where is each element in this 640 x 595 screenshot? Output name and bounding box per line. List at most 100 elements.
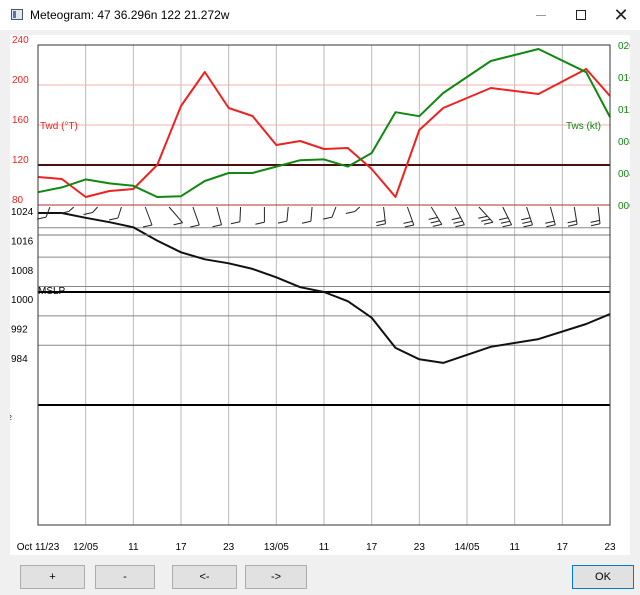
x-tick-label: 14/05 [454,542,479,553]
wind-barb-feather [481,218,491,222]
wind-barb-feather [521,217,531,221]
x-tick-label: 23 [604,542,616,553]
wind-barb-feather [567,223,578,227]
forward-button[interactable]: -> [245,565,307,589]
wind-barb-feather [345,211,355,214]
wind-barb [403,206,415,228]
wind-barb [428,206,443,227]
wind-barb-feather [301,220,312,224]
wind-barb [255,206,265,225]
wind-barb-feather [522,220,532,224]
wind-barb-feather [567,220,577,224]
x-tick-label: 17 [175,542,187,553]
wind-barb-feather [483,221,494,225]
zoom-out-button[interactable]: - [95,565,155,589]
tws-tick-label: 004 [618,169,630,180]
wind-barb-shaft [68,206,75,212]
wind-barb [142,206,153,228]
maximize-icon [576,10,586,20]
wind-barb-shaft [192,206,200,226]
wind-barb [545,206,556,228]
wind-barb [212,206,222,228]
wind-barb-shaft [117,206,122,219]
x-tick-label: 17 [557,542,569,553]
pressure-tick-label: 984 [11,354,28,365]
wind-barb [590,206,601,227]
wind-barb-feather [451,217,461,221]
wind-barb-shaft [239,206,242,222]
pressure-tick-label: 1000 [11,295,34,306]
wind-barb-feather [546,224,556,228]
wind-barb-feather [212,224,222,228]
wind-barb-feather [545,220,555,224]
app-icon [11,9,23,20]
twd-tick-label: 200 [12,75,29,86]
title-bar: Meteogram: 47 36.296n 122 21.272w ✕ [0,0,640,30]
wind-barb [59,206,75,214]
zoom-in-button[interactable]: + [20,565,85,589]
ok-button[interactable]: OK [572,565,634,589]
side-marker: 2 [10,415,12,422]
x-tick-label: 12/05 [73,542,98,553]
wind-barb-feather [455,224,465,228]
wind-barb [521,206,533,228]
wind-barb [190,206,200,228]
wind-barb-shaft [383,206,386,224]
pressure-tick-label: 1008 [11,266,34,277]
window-title: Meteogram: 47 36.296n 122 21.272w [30,8,230,22]
wind-barb-shaft [354,206,361,212]
wind-barb-shaft [310,206,313,222]
mslp-label: MSLP [38,286,66,297]
wind-barb [478,206,494,225]
wind-barb [345,206,361,214]
twd-tick-label: 80 [12,195,24,206]
x-tick-label: 11 [509,542,520,553]
wind-barb-feather [478,215,488,219]
wind-barb-feather [376,223,386,227]
wind-barb-feather [428,216,438,220]
wind-barb-feather [590,219,600,223]
x-tick-label: 11 [128,542,139,553]
wind-barb [230,206,242,225]
wind-barb [277,206,289,224]
x-tick-label: 23 [414,542,426,553]
wind-barb [451,206,465,228]
wind-barb-feather [142,224,153,228]
x-tick-label: 17 [366,542,378,553]
wind-barb [375,206,386,227]
back-button[interactable]: <- [172,565,237,589]
x-tick-label: 13/05 [264,542,289,553]
wind-barb [322,206,337,220]
twd-tick-label: 120 [12,155,29,166]
twd-tick-label: 160 [12,115,29,126]
wind-barb-feather [453,220,463,224]
meteogram-svg: 80 120 160 200 240 000 004 008 012 016 020 Twd (°T)… [10,35,630,553]
x-tick-label: 23 [223,542,235,553]
wind-barb-feather [108,217,119,221]
wind-barb-feather [83,212,93,215]
wind-barb-feather [403,220,413,224]
tws-tick-label: 016 [618,73,630,84]
tws-tick-label: 000 [618,201,630,212]
tws-tick-label: 012 [618,105,630,116]
tws-tick-label: 020 [618,41,630,52]
wind-barb [567,206,578,227]
wind-barb [108,206,122,221]
wind-barb [301,206,313,224]
wind-barb-shaft [144,206,153,226]
twd-tick-label: 240 [12,35,29,46]
wind-barb-feather [500,220,511,224]
wind-barb [498,206,513,228]
pressure-tick-label: 992 [11,325,28,336]
wind-barb-feather [502,224,512,228]
wind-barb-feather [230,221,241,225]
wind-barb-feather [277,220,288,224]
pressure-tick-label: 1016 [11,236,34,247]
tws-axis-label: Tws (kt) [566,121,601,132]
wind-barb-feather [190,224,200,228]
wind-barb-shaft [597,206,601,224]
pressure-tick-label: 1024 [11,207,34,218]
close-icon: ✕ [613,4,629,25]
close-button[interactable]: ✕ [598,0,640,30]
tws-tick-label: 008 [618,137,630,148]
